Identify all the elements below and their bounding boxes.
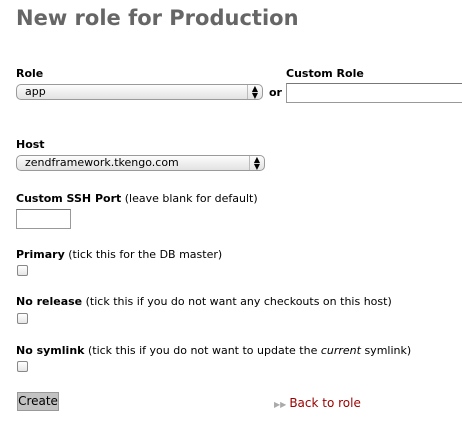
select-arrows-icon: ▲ ▼ [249, 156, 264, 171]
role-label: Role [16, 67, 44, 80]
double-arrow-icon: ▶▶ [274, 400, 287, 409]
ssh-port-input[interactable] [16, 209, 71, 229]
primary-checkbox[interactable] [17, 265, 28, 276]
custom-role-label: Custom Role [286, 67, 364, 80]
role-select[interactable]: app ▲ ▼ [16, 84, 263, 100]
page-title: New role for Production [16, 6, 299, 30]
host-value: zendframework.tkengo.com [25, 156, 179, 169]
no-release-label: No release (tick this if you do not want… [16, 295, 392, 308]
primary-label: Primary (tick this for the DB master) [16, 248, 223, 261]
no-release-checkbox[interactable] [17, 313, 28, 324]
back-to-role-link[interactable]: ▶▶ Back to role [274, 396, 361, 410]
ssh-port-label: Custom SSH Port (leave blank for default… [16, 192, 258, 205]
select-arrows-icon: ▲ ▼ [247, 85, 262, 100]
host-label: Host [16, 138, 45, 151]
no-symlink-label: No symlink (tick this if you do not want… [16, 344, 412, 357]
no-symlink-checkbox[interactable] [17, 361, 28, 372]
create-button[interactable]: Create [17, 392, 59, 411]
or-text: or [269, 86, 282, 99]
role-value: app [25, 85, 46, 98]
host-select[interactable]: zendframework.tkengo.com ▲ ▼ [16, 155, 265, 171]
custom-role-input[interactable] [286, 83, 462, 103]
